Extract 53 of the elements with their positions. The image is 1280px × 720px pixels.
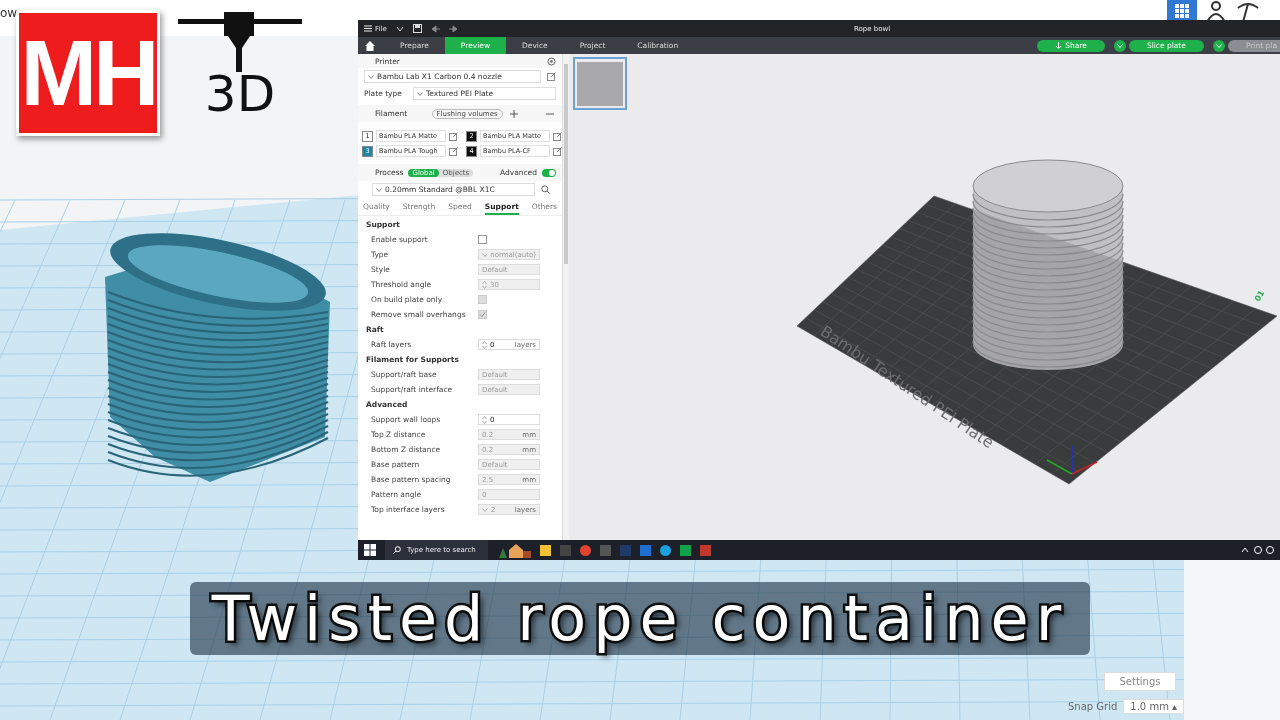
edit-icon[interactable] [553, 146, 562, 156]
axes-icon [1046, 445, 1098, 475]
dropdown-button[interactable] [1113, 39, 1126, 52]
caret-icon [1215, 44, 1222, 48]
menu-icon [364, 25, 372, 32]
stepper-icon [482, 280, 487, 289]
caret-icon [416, 91, 423, 96]
add-icon[interactable] [507, 109, 520, 118]
snap-grid-label: Snap Grid [1068, 701, 1118, 712]
printer-nozzle-icon [178, 12, 302, 72]
edit-icon[interactable] [449, 146, 458, 156]
plate-thumbnail[interactable] [573, 57, 627, 110]
folder-icon[interactable] [540, 544, 551, 556]
system-tray-icon[interactable] [1240, 545, 1276, 555]
mail-icon[interactable] [640, 544, 651, 556]
home-icon[interactable] [364, 40, 376, 51]
edit-icon[interactable] [547, 72, 556, 81]
logo-badge: MH [16, 10, 160, 136]
save-icon[interactable] [412, 24, 422, 33]
undo-icon[interactable] [430, 24, 440, 33]
window-app-icon[interactable] [600, 544, 611, 556]
edit-icon[interactable] [553, 131, 562, 141]
video-caption: Twisted rope container [190, 582, 1090, 655]
redo-icon[interactable] [448, 24, 458, 33]
logo-text: 3D [204, 66, 276, 122]
search-icon[interactable] [541, 185, 550, 194]
stepper-icon [482, 340, 487, 349]
edit-icon[interactable] [449, 131, 458, 141]
caret-icon [482, 507, 488, 512]
browser-icon[interactable] [580, 544, 591, 556]
chat-icon[interactable] [660, 544, 671, 556]
village-illustration-icon [497, 542, 531, 558]
plate-number: 01 [1252, 288, 1267, 303]
checkbox[interactable] [478, 235, 487, 244]
caret-icon [482, 252, 488, 257]
grid-app-icon[interactable] [700, 544, 711, 556]
caret-icon [368, 74, 374, 79]
dropdown-button[interactable] [1212, 39, 1225, 52]
stepper-icon [482, 415, 487, 424]
app-title: ow [0, 6, 18, 20]
check-icon [479, 311, 486, 318]
search-icon [393, 546, 401, 554]
toggle-switch[interactable] [542, 168, 556, 177]
chevron-down-icon[interactable] [395, 24, 404, 33]
caret-icon [1116, 44, 1123, 48]
grid-view-icon[interactable] [1167, 0, 1197, 22]
scrollbar[interactable] [563, 54, 569, 540]
settings-button[interactable]: Settings [1104, 672, 1176, 691]
start-icon[interactable] [364, 544, 376, 556]
settings-icon[interactable] [547, 56, 556, 66]
snap-grid-dropdown[interactable]: 1.0 mm ▴ [1123, 699, 1185, 714]
spreadsheet-icon[interactable] [680, 544, 691, 556]
caret-icon [376, 187, 382, 192]
